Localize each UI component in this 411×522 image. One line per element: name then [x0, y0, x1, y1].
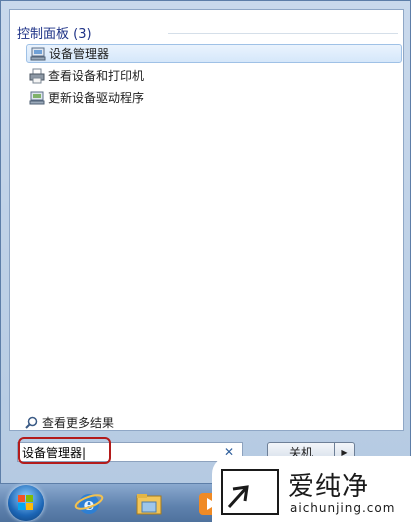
start-menu: 控制面板 (3) 设备管理器 查看设备和打印机 更新设备驱动程序 查看更多结果 … [0, 0, 411, 484]
section-header-label: 控制面板 (3) [17, 27, 92, 42]
watermark: 爱纯净 aichunjing.com [212, 456, 411, 522]
see-more-label: 查看更多结果 [42, 416, 115, 430]
device-driver-icon [29, 91, 45, 104]
start-button[interactable] [8, 485, 44, 521]
watermark-url: aichunjing.com [290, 501, 396, 515]
section-header-control-panel[interactable]: 控制面板 (3) [17, 23, 92, 42]
result-label: 设备管理器 [49, 47, 110, 61]
printer-icon [29, 68, 45, 83]
internet-explorer-icon[interactable]: e [74, 490, 104, 518]
watermark-logo [221, 469, 279, 515]
watermark-title: 爱纯净 [288, 472, 370, 502]
header-divider [168, 33, 398, 34]
annotation-highlight-ring [18, 437, 111, 464]
result-item-device-manager[interactable]: 设备管理器 [26, 44, 402, 63]
windows-logo-icon [18, 495, 34, 511]
result-item-devices-printers[interactable]: 查看设备和打印机 [26, 66, 402, 85]
result-item-update-driver[interactable]: 更新设备驱动程序 [26, 88, 402, 107]
device-manager-icon [30, 47, 46, 60]
file-explorer-icon[interactable] [134, 490, 164, 518]
result-label: 更新设备驱动程序 [48, 91, 145, 105]
search-icon [25, 416, 38, 429]
search-results-panel: 控制面板 (3) 设备管理器 查看设备和打印机 更新设备驱动程序 查看更多结果 [9, 9, 404, 431]
result-label: 查看设备和打印机 [48, 69, 145, 83]
see-more-results-link[interactable]: 查看更多结果 [25, 414, 114, 431]
